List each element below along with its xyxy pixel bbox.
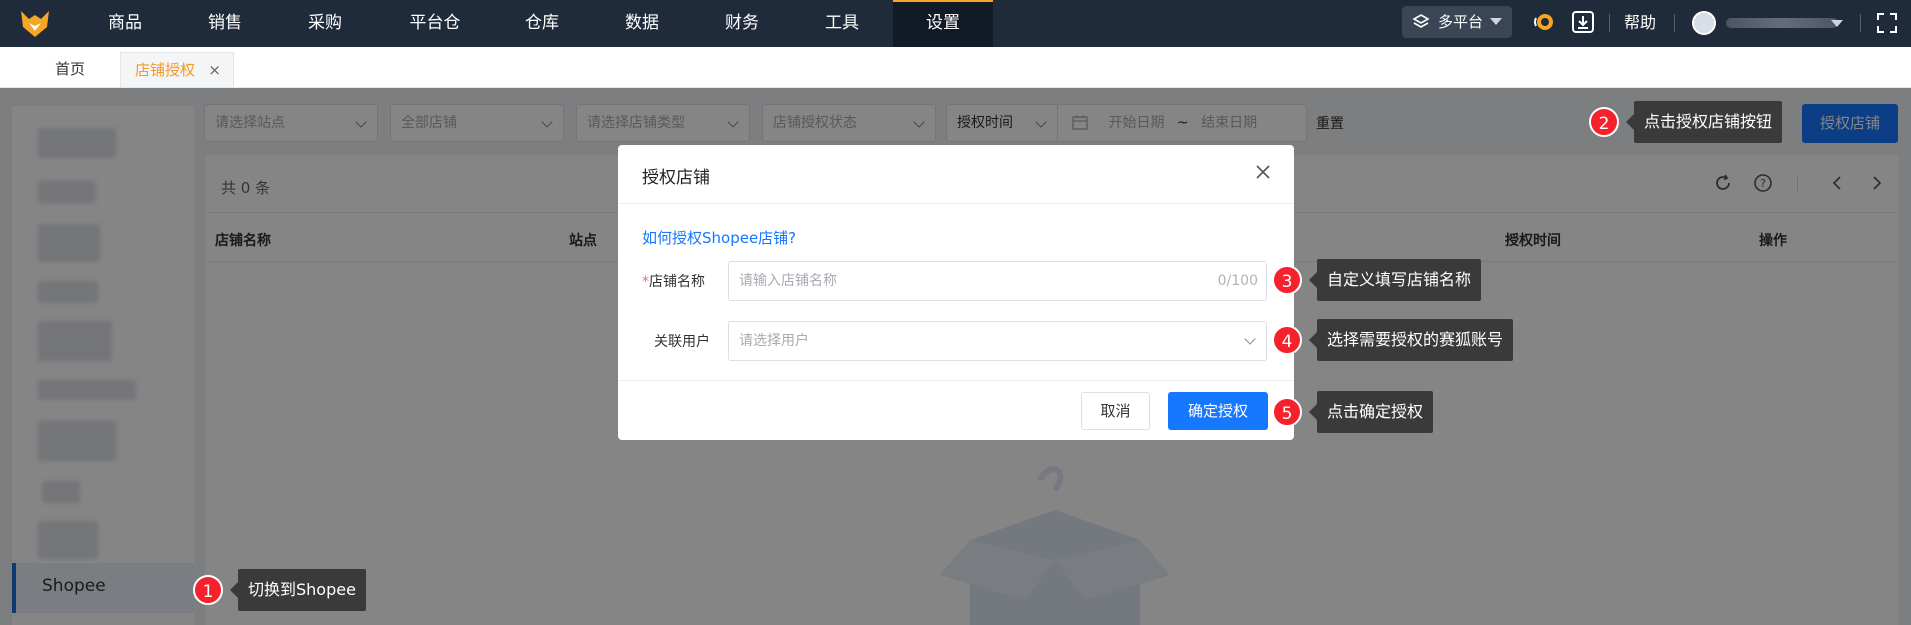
tab-label: 店铺授权 <box>135 61 196 79</box>
layers-icon <box>1412 14 1430 28</box>
required-mark: * <box>642 274 649 290</box>
separator <box>1674 14 1675 32</box>
callout-step-1: 切换到Shopee <box>230 569 366 611</box>
nav-item-products[interactable]: 商品 <box>100 0 150 47</box>
user-select[interactable]: 请选择用户 <box>728 321 1267 361</box>
step-badge-4: 4 <box>1272 325 1302 355</box>
callout-step-5: 点击确定授权 <box>1308 391 1434 433</box>
fox-logo-icon[interactable] <box>17 5 53 41</box>
caret-down-icon <box>1490 18 1502 25</box>
close-icon[interactable] <box>1254 163 1272 181</box>
dialog-title: 授权店铺 <box>642 168 710 188</box>
cancel-button[interactable]: 取消 <box>1081 392 1150 430</box>
char-counter: 0/100 <box>1217 273 1258 289</box>
callout-step-2: 点击授权店铺按钮 <box>1625 101 1783 143</box>
step-badge-5: 5 <box>1272 397 1302 427</box>
nav-item-warehouse[interactable]: 仓库 <box>517 0 567 47</box>
nav-item-finance[interactable]: 财务 <box>717 0 767 47</box>
separator <box>1860 14 1861 32</box>
tab-shop-authorization[interactable]: 店铺授权 × <box>120 52 234 87</box>
page-tab-bar: 首页 店铺授权 × <box>0 47 1911 88</box>
shop-name-label-text: 店铺名称 <box>649 274 705 290</box>
coin-icon[interactable] <box>1532 10 1556 34</box>
callout-step-3: 自定义填写店铺名称 <box>1308 259 1482 301</box>
nav-item-purchase[interactable]: 采购 <box>300 0 350 47</box>
nav-item-settings[interactable]: 设置 <box>893 0 993 47</box>
step-badge-3: 3 <box>1272 265 1302 295</box>
authorize-shop-dialog: 授权店铺 如何授权Shopee店铺? *店铺名称 请输入店铺名称 0/100 关… <box>618 145 1294 440</box>
chevron-down-icon <box>1244 333 1256 345</box>
user-select-placeholder: 请选择用户 <box>739 333 809 349</box>
shop-name-label: *店铺名称 <box>642 271 705 291</box>
close-tab-icon[interactable]: × <box>208 53 221 88</box>
confirm-authorize-button[interactable]: 确定授权 <box>1168 392 1268 430</box>
download-icon[interactable] <box>1571 10 1595 34</box>
callout-step-4: 选择需要授权的赛狐账号 <box>1308 319 1514 361</box>
user-caret-icon[interactable] <box>1831 20 1843 27</box>
fullscreen-icon[interactable] <box>1876 12 1898 34</box>
divider <box>618 203 1294 204</box>
shop-name-placeholder: 请输入店铺名称 <box>739 273 837 289</box>
shop-name-input[interactable]: 请输入店铺名称 0/100 <box>728 261 1267 301</box>
step-badge-2: 2 <box>1589 107 1619 137</box>
nav-item-data[interactable]: 数据 <box>617 0 667 47</box>
platform-label: 多平台 <box>1438 13 1484 31</box>
step-badge-1: 1 <box>193 575 223 605</box>
user-name-blurred[interactable] <box>1726 18 1838 28</box>
avatar[interactable] <box>1692 11 1716 35</box>
nav-item-tools[interactable]: 工具 <box>817 0 867 47</box>
tab-home[interactable]: 首页 <box>55 52 85 87</box>
nav-item-platform-warehouse[interactable]: 平台仓 <box>405 0 465 47</box>
nav-item-sales[interactable]: 销售 <box>200 0 250 47</box>
separator <box>1609 14 1610 32</box>
user-label: 关联用户 <box>654 334 710 350</box>
platform-selector[interactable]: 多平台 <box>1402 6 1512 38</box>
help-link[interactable]: 帮助 <box>1624 0 1656 46</box>
divider <box>618 380 1294 381</box>
top-navbar: 商品 销售 采购 平台仓 仓库 数据 财务 工具 设置 多平台 帮助 <box>0 0 1911 47</box>
how-to-authorize-link[interactable]: 如何授权Shopee店铺? <box>642 227 796 248</box>
